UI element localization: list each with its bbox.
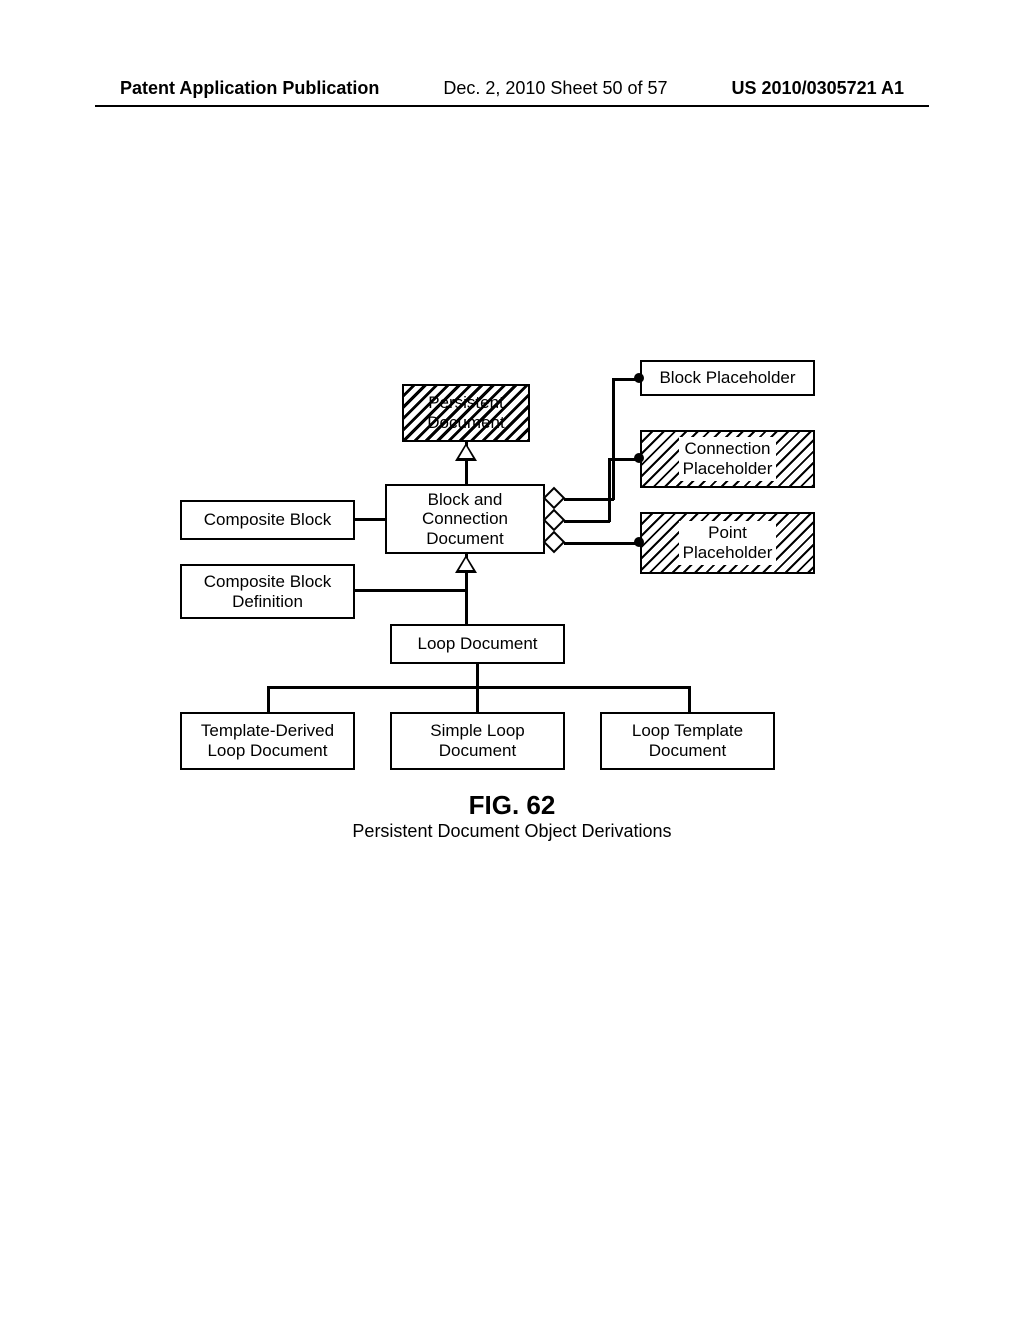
page-header: Patent Application Publication Dec. 2, 2… [0, 78, 1024, 99]
box-label: ConnectionPlaceholder [679, 437, 777, 480]
connector-line [355, 589, 466, 592]
composition-dot-icon [634, 373, 644, 383]
connector-line [608, 458, 611, 522]
connector-line [564, 498, 614, 501]
connector-line [564, 542, 640, 545]
connector-line [476, 664, 479, 688]
box-label: PersistentDocument [427, 393, 504, 432]
composition-dot-icon [634, 537, 644, 547]
box-persistent-document: PersistentDocument [402, 384, 530, 442]
inheritance-arrow-icon [455, 443, 477, 461]
header-date-sheet: Dec. 2, 2010 Sheet 50 of 57 [443, 78, 667, 99]
box-loop-document: Loop Document [390, 624, 565, 664]
figure-number: FIG. 62 [0, 790, 1024, 821]
box-loop-template-document: Loop TemplateDocument [600, 712, 775, 770]
inheritance-arrow-icon [455, 555, 477, 573]
box-label: Composite BlockDefinition [204, 572, 332, 611]
box-connection-placeholder: ConnectionPlaceholder [640, 430, 815, 488]
box-template-derived-loop-document: Template-DerivedLoop Document [180, 712, 355, 770]
uml-diagram: PersistentDocument Block Placeholder Con… [170, 360, 870, 840]
box-label: PointPlaceholder [679, 521, 777, 564]
connector-line [267, 686, 270, 712]
connector-line [564, 520, 610, 523]
box-label: Block Placeholder [659, 368, 795, 388]
box-composite-block: Composite Block [180, 500, 355, 540]
page: Patent Application Publication Dec. 2, 2… [0, 0, 1024, 1320]
connector-line [476, 686, 479, 712]
connector-line [355, 518, 385, 521]
connector-line [688, 686, 691, 712]
connector-line [612, 378, 615, 500]
box-block-placeholder: Block Placeholder [640, 360, 815, 396]
box-label: Template-DerivedLoop Document [201, 721, 334, 760]
aggregation-diamond-icon [543, 509, 566, 532]
connector-line [267, 686, 690, 689]
box-label: Block andConnectionDocument [422, 490, 508, 549]
box-point-placeholder: PointPlaceholder [640, 512, 815, 574]
box-label: Loop TemplateDocument [632, 721, 743, 760]
box-label: Loop Document [417, 634, 537, 654]
aggregation-diamond-icon [543, 487, 566, 510]
figure-title: Persistent Document Object Derivations [0, 821, 1024, 842]
box-block-connection-document: Block andConnectionDocument [385, 484, 545, 554]
figure-caption: FIG. 62 Persistent Document Object Deriv… [0, 790, 1024, 842]
composition-dot-icon [634, 453, 644, 463]
aggregation-diamond-icon [543, 531, 566, 554]
box-composite-block-definition: Composite BlockDefinition [180, 564, 355, 619]
box-simple-loop-document: Simple LoopDocument [390, 712, 565, 770]
box-label: Composite Block [204, 510, 332, 530]
header-patent-number: US 2010/0305721 A1 [732, 78, 904, 99]
box-label: Simple LoopDocument [430, 721, 525, 760]
header-publication: Patent Application Publication [120, 78, 379, 99]
header-rule [95, 105, 929, 107]
